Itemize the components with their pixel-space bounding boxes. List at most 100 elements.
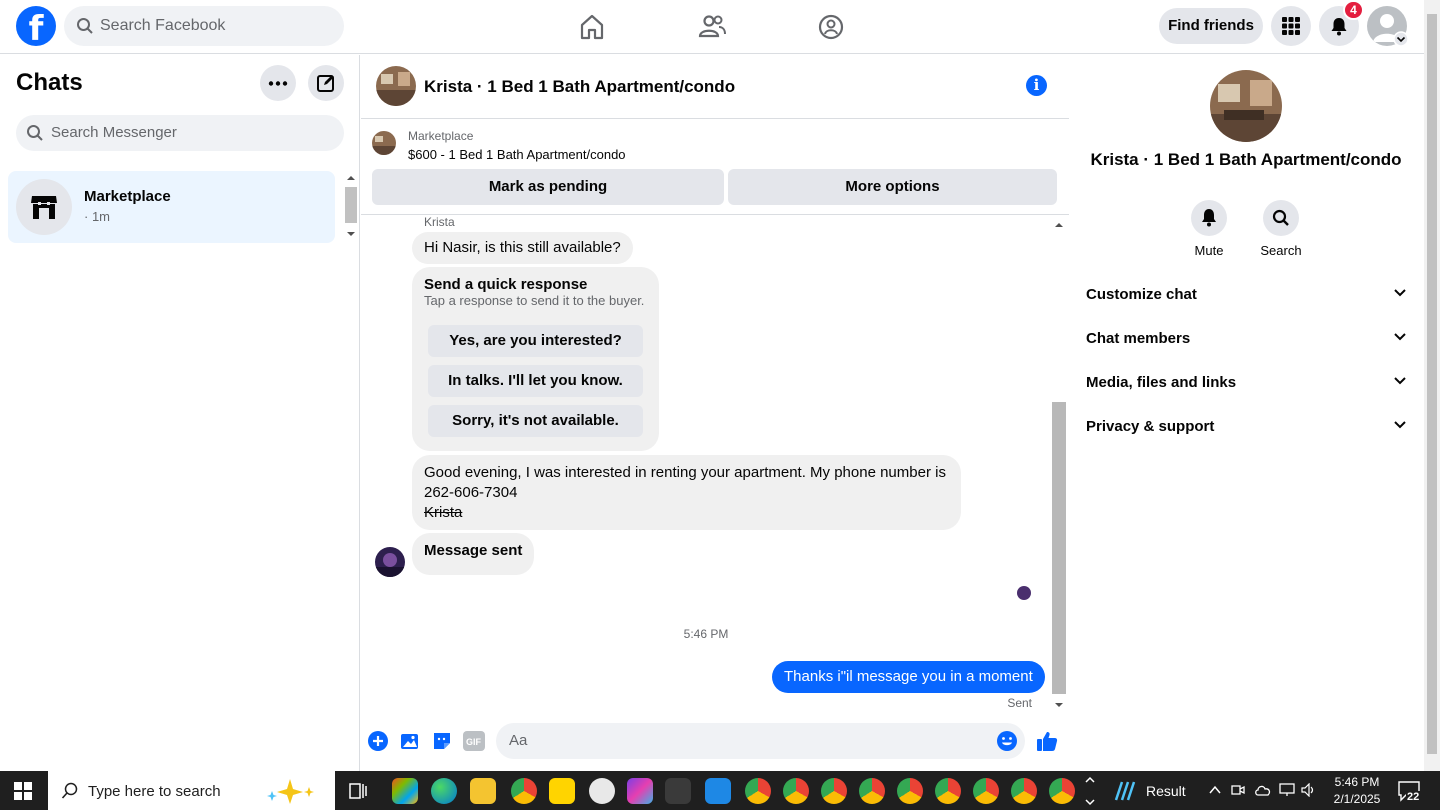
facebook-logo[interactable]: f: [16, 6, 56, 46]
message-text: Hi Nasir, is this still available?: [424, 239, 621, 256]
copilot-app-icon[interactable]: [392, 778, 418, 804]
emoji-icon[interactable]: [996, 730, 1018, 752]
app-with-badge-icon[interactable]: [705, 778, 731, 804]
onedrive-cloud-icon[interactable]: [1254, 783, 1272, 797]
clock-date: 2/1/2025: [1333, 792, 1381, 806]
chrome-app-icon[interactable]: [511, 778, 537, 804]
chat-members-section[interactable]: Chat members: [1086, 317, 1408, 361]
message-bubble[interactable]: Hi Nasir, is this still available?: [412, 232, 633, 264]
sticker-icon[interactable]: [432, 731, 452, 751]
message-sent-bubble: Message sent: [412, 533, 535, 575]
windows-taskbar: Type here to search Result 5:46 PM 2/1/2…: [0, 771, 1440, 810]
message-list-scrollbar-thumb[interactable]: [1052, 402, 1066, 694]
sticky-notes-icon[interactable]: [549, 778, 575, 804]
chrome-app-icon[interactable]: [1049, 778, 1075, 804]
scroll-down-arrow-icon[interactable]: [343, 228, 359, 240]
chats-options-button[interactable]: [260, 65, 296, 101]
chrome-app-icon[interactable]: [745, 778, 771, 804]
microsoft-365-icon[interactable]: [627, 778, 653, 804]
listing-thumbnail[interactable]: [372, 131, 396, 155]
more-dots-icon: [268, 81, 288, 86]
message-phone-number: 262-606-7304: [424, 484, 518, 501]
facebook-search-input[interactable]: Search Facebook: [64, 6, 344, 46]
marketplace-listing-bar: Marketplace $600 - 1 Bed 1 Bath Apartmen…: [361, 119, 1069, 215]
sender-name: Krista: [424, 215, 455, 229]
chat-item-name: Marketplace: [84, 188, 171, 205]
chrome-app-icon[interactable]: [859, 778, 885, 804]
scroll-down-arrow-icon[interactable]: [1052, 700, 1066, 710]
chat-avatar: [16, 179, 72, 235]
message-input[interactable]: Aa: [496, 723, 1025, 759]
find-friends-button[interactable]: Find friends: [1159, 8, 1263, 44]
task-view-icon[interactable]: [349, 782, 367, 800]
mute-label: Mute: [1194, 243, 1224, 258]
conversation-large-avatar: [1210, 70, 1282, 142]
taskbar-overflow-chevron-icon[interactable]: [1083, 773, 1097, 809]
scroll-up-arrow-icon[interactable]: [1052, 220, 1066, 230]
file-explorer-icon[interactable]: [470, 778, 496, 804]
conversation-avatar[interactable]: [376, 66, 416, 106]
apartment-photo: [372, 131, 396, 155]
account-chevron-down-icon[interactable]: [1393, 31, 1409, 47]
weather-icon[interactable]: [1114, 780, 1138, 802]
quick-reply-button[interactable]: In talks. I'll let you know.: [428, 365, 643, 397]
search-messenger-input[interactable]: Search Messenger: [16, 115, 344, 151]
search-action[interactable]: Search: [1251, 200, 1311, 258]
more-options-button[interactable]: More options: [728, 169, 1057, 205]
customize-chat-section[interactable]: Customize chat: [1086, 273, 1408, 317]
top-navigation-bar: f Search Facebook Find friends 4: [0, 0, 1424, 54]
mute-action[interactable]: Mute: [1179, 200, 1239, 258]
pencil-app-icon[interactable]: [665, 778, 691, 804]
quick-reply-button[interactable]: Sorry, it's not available.: [428, 405, 643, 437]
chrome-app-icon[interactable]: [783, 778, 809, 804]
search-label: Search: [1260, 243, 1302, 258]
chat-list-scrollbar[interactable]: [343, 172, 359, 242]
meet-now-icon[interactable]: [1231, 783, 1245, 797]
message-bubble[interactable]: Good evening, I was interested in rentin…: [412, 455, 961, 530]
windows-start-icon[interactable]: [14, 782, 32, 800]
chat-list-scrollbar-thumb[interactable]: [345, 187, 357, 223]
page-scrollbar[interactable]: [1424, 0, 1440, 771]
gif-icon[interactable]: GIF: [463, 731, 485, 751]
menu-button[interactable]: [1271, 6, 1311, 46]
edge-browser-icon[interactable]: [431, 778, 457, 804]
chrome-app-icon[interactable]: [973, 778, 999, 804]
paint-app-icon[interactable]: [589, 778, 615, 804]
chrome-app-icon[interactable]: [897, 778, 923, 804]
message-list-scrollbar[interactable]: [1052, 220, 1068, 710]
chevron-down-icon: [1394, 333, 1406, 341]
quick-reply-button[interactable]: Yes, are you interested?: [428, 325, 643, 357]
taskbar-clock[interactable]: 5:46 PM 2/1/2025: [1322, 774, 1392, 808]
message-sent-text: Message sent: [424, 542, 523, 559]
bell-icon: [1202, 209, 1216, 227]
info-icon[interactable]: i: [1026, 75, 1047, 96]
groups-icon[interactable]: [816, 12, 846, 42]
taskbar-search-input[interactable]: Type here to search: [48, 771, 335, 810]
chevron-down-icon: [1394, 421, 1406, 429]
home-icon[interactable]: [577, 12, 607, 42]
mark-as-pending-button[interactable]: Mark as pending: [372, 169, 724, 205]
photo-icon[interactable]: [400, 731, 420, 751]
plus-circle-icon[interactable]: [368, 731, 388, 751]
sender-avatar[interactable]: [375, 547, 405, 577]
chat-item-marketplace[interactable]: Marketplace · 1m: [8, 171, 335, 243]
weather-widget-label[interactable]: Result: [1146, 783, 1186, 799]
message-input-placeholder: Aa: [509, 732, 528, 749]
listing-title[interactable]: $600 - 1 Bed 1 Bath Apartment/condo: [408, 147, 626, 162]
network-icon[interactable]: [1279, 783, 1295, 797]
friends-icon[interactable]: [697, 12, 727, 42]
media-files-links-section[interactable]: Media, files and links: [1086, 361, 1408, 405]
privacy-support-section[interactable]: Privacy & support: [1086, 405, 1408, 449]
volume-icon[interactable]: [1301, 783, 1317, 797]
thumbs-up-like-icon[interactable]: [1036, 730, 1058, 752]
conversation-title[interactable]: Krista · 1 Bed 1 Bath Apartment/condo: [424, 77, 735, 97]
chrome-app-icon[interactable]: [821, 778, 847, 804]
chevron-down-icon: [1394, 289, 1406, 297]
show-hidden-icons-chevron-icon[interactable]: [1208, 784, 1222, 796]
scroll-up-arrow-icon[interactable]: [343, 172, 359, 184]
chrome-app-icon[interactable]: [1011, 778, 1037, 804]
new-message-button[interactable]: [308, 65, 344, 101]
outgoing-message-bubble[interactable]: Thanks i"il message you in a moment: [772, 661, 1045, 693]
chrome-app-icon[interactable]: [935, 778, 961, 804]
page-scrollbar-thumb[interactable]: [1427, 14, 1437, 754]
